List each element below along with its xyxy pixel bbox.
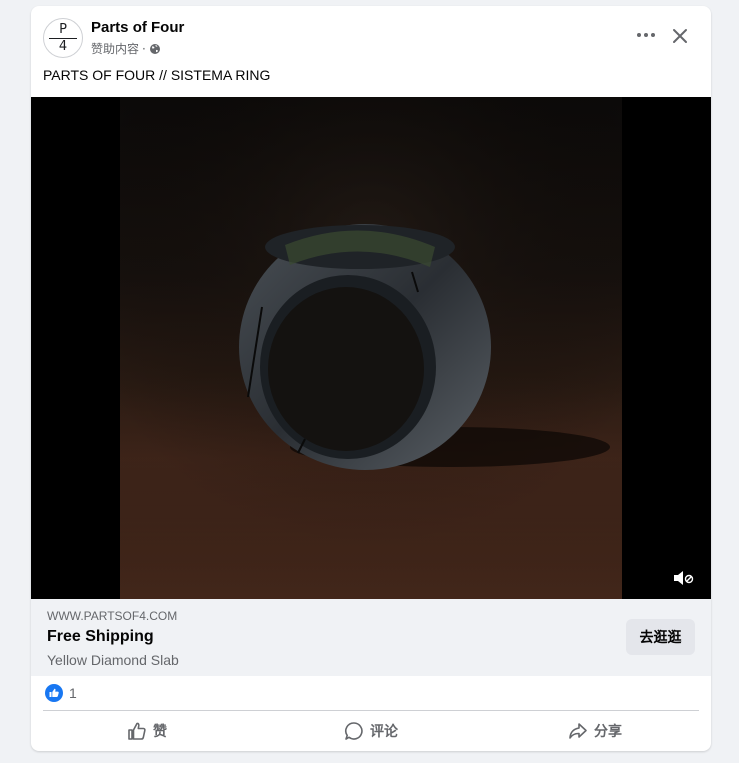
link-description: Yellow Diamond Slab <box>47 652 179 668</box>
more-dots-icon <box>637 33 655 37</box>
like-button[interactable]: 赞 <box>35 713 259 749</box>
page-name-link[interactable]: Parts of Four <box>91 19 184 36</box>
page-avatar[interactable]: P 4 <box>43 18 83 58</box>
speaker-muted-icon <box>674 571 694 585</box>
globe-icon <box>149 43 161 55</box>
sponsored-label[interactable]: 赞助内容 <box>91 40 139 57</box>
ad-post-card: P 4 Parts of Four 赞助内容 · PARTS OF FOUR /… <box>31 6 711 751</box>
avatar-top-glyph: P <box>59 22 67 37</box>
post-text: PARTS OF FOUR // SISTEMA RING <box>43 67 271 83</box>
link-preview[interactable]: WWW.PARTSOF4.COM Free Shipping Yellow Di… <box>31 599 711 676</box>
action-bar: 赞 评论 分享 <box>35 713 707 749</box>
reactions-summary[interactable]: 1 <box>45 684 77 702</box>
share-icon <box>569 723 587 739</box>
share-button[interactable]: 分享 <box>483 713 707 749</box>
sponsored-line: 赞助内容 · <box>91 40 161 57</box>
avatar-bottom-glyph: 4 <box>58 39 68 54</box>
like-label: 赞 <box>153 724 167 740</box>
video-frame <box>120 97 622 599</box>
mute-toggle-button[interactable] <box>670 567 696 589</box>
close-button[interactable] <box>666 22 694 50</box>
sponsored-separator: · <box>142 41 146 56</box>
like-icon <box>128 722 146 740</box>
ring-product-image <box>120 97 622 599</box>
link-domain: WWW.PARTSOF4.COM <box>47 609 178 623</box>
like-reaction-icon <box>45 684 63 702</box>
action-divider <box>43 710 699 711</box>
comment-button[interactable]: 评论 <box>259 713 483 749</box>
share-label: 分享 <box>594 724 622 740</box>
link-title: Free Shipping <box>47 628 154 645</box>
comment-icon <box>345 722 363 740</box>
more-options-button[interactable] <box>631 23 661 47</box>
reaction-count: 1 <box>69 685 77 701</box>
video-player[interactable] <box>31 97 711 599</box>
close-icon <box>673 29 687 43</box>
comment-label: 评论 <box>370 724 398 740</box>
shop-now-button[interactable]: 去逛逛 <box>626 619 695 655</box>
